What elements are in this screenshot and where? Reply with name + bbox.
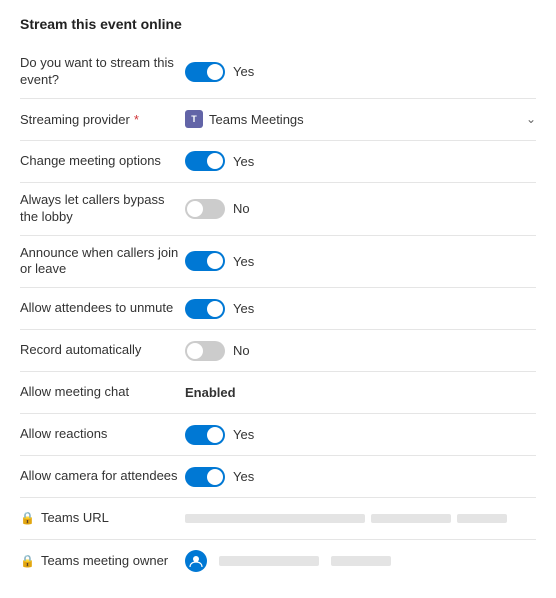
allow-reactions-value: Yes [185, 425, 536, 445]
teams-url-row: 🔒 Teams URL [20, 498, 536, 540]
allow-camera-value: Yes [185, 467, 536, 487]
allow-reactions-text: Yes [233, 427, 254, 442]
allow-camera-row: Allow camera for attendees Yes [20, 456, 536, 498]
teams-owner-lock-icon: 🔒 [20, 554, 35, 570]
streaming-provider-label: Streaming provider * [20, 112, 185, 127]
teams-meetings-label: Teams Meetings [209, 112, 304, 127]
allow-unmute-text: Yes [233, 301, 254, 316]
stream-online-panel: Stream this event online Do you want to … [0, 0, 556, 598]
announce-callers-row: Announce when callers join or leave Yes [20, 236, 536, 289]
allow-reactions-label: Allow reactions [20, 426, 185, 443]
allow-chat-status: Enabled [185, 385, 236, 400]
record-auto-row: Record automatically No [20, 330, 536, 372]
stream-toggle-label: Do you want to stream this event? [20, 55, 185, 89]
stream-toggle-text: Yes [233, 64, 254, 79]
provider-name-container: T Teams Meetings [185, 110, 304, 128]
record-auto-text: No [233, 343, 250, 358]
streaming-provider-value: T Teams Meetings ⌄ [185, 110, 536, 128]
owner-name-blurred-1 [219, 556, 319, 566]
streaming-provider-row: Streaming provider * T Teams Meetings ⌄ [20, 99, 536, 141]
change-meeting-options-text: Yes [233, 154, 254, 169]
allow-camera-toggle[interactable] [185, 467, 225, 487]
bypass-lobby-row: Always let callers bypass the lobby No [20, 183, 536, 236]
bypass-lobby-toggle[interactable] [185, 199, 225, 219]
bypass-lobby-text: No [233, 201, 250, 216]
change-meeting-options-value: Yes [185, 151, 536, 171]
change-meeting-options-label: Change meeting options [20, 153, 185, 170]
allow-camera-text: Yes [233, 469, 254, 484]
allow-unmute-label: Allow attendees to unmute [20, 300, 185, 317]
allow-camera-label: Allow camera for attendees [20, 468, 185, 485]
person-icon [189, 554, 203, 568]
required-star: * [134, 112, 139, 127]
allow-unmute-value: Yes [185, 299, 536, 319]
record-auto-toggle[interactable] [185, 341, 225, 361]
section-title: Stream this event online [20, 16, 536, 32]
allow-reactions-row: Allow reactions Yes [20, 414, 536, 456]
teams-url-lock-icon: 🔒 [20, 511, 35, 527]
change-meeting-options-row: Change meeting options Yes [20, 141, 536, 183]
bypass-lobby-value: No [185, 199, 536, 219]
bypass-lobby-label: Always let callers bypass the lobby [20, 192, 185, 226]
owner-name-blurred-2 [331, 556, 391, 566]
stream-toggle[interactable] [185, 62, 225, 82]
announce-callers-toggle[interactable] [185, 251, 225, 271]
provider-dropdown-chevron[interactable]: ⌄ [526, 112, 536, 126]
teams-url-label: 🔒 Teams URL [20, 510, 185, 527]
teams-owner-label: 🔒 Teams meeting owner [20, 553, 185, 570]
record-auto-label: Record automatically [20, 342, 185, 359]
allow-chat-label: Allow meeting chat [20, 384, 185, 401]
owner-avatar [185, 550, 207, 572]
stream-toggle-row: Do you want to stream this event? Yes [20, 46, 536, 99]
teams-icon: T [185, 110, 203, 128]
teams-owner-value [185, 550, 536, 572]
announce-callers-value: Yes [185, 251, 536, 271]
allow-reactions-toggle[interactable] [185, 425, 225, 445]
change-meeting-options-toggle[interactable] [185, 151, 225, 171]
teams-owner-row: 🔒 Teams meeting owner [20, 540, 536, 582]
allow-chat-value: Enabled [185, 385, 536, 400]
allow-unmute-toggle[interactable] [185, 299, 225, 319]
announce-callers-text: Yes [233, 254, 254, 269]
allow-chat-row: Allow meeting chat Enabled [20, 372, 536, 414]
announce-callers-label: Announce when callers join or leave [20, 245, 185, 279]
allow-unmute-row: Allow attendees to unmute Yes [20, 288, 536, 330]
record-auto-value: No [185, 341, 536, 361]
stream-toggle-value: Yes [185, 62, 536, 82]
